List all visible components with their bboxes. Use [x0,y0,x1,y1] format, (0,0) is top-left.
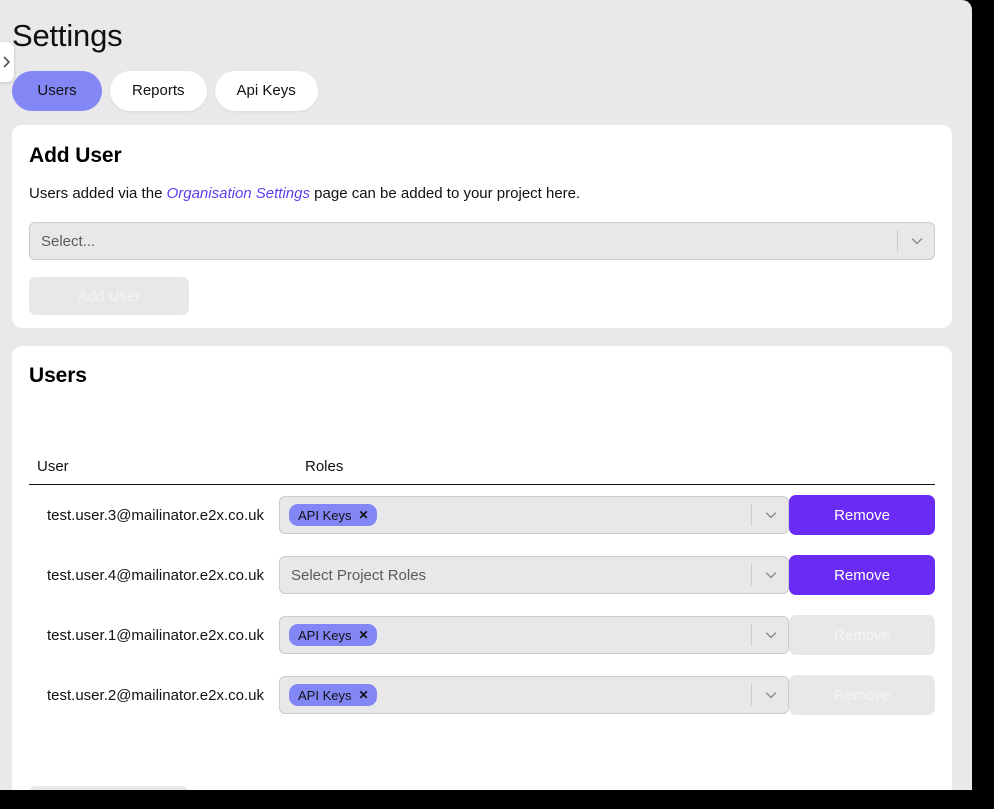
add-user-card: Add User Users added via the Organisatio… [12,125,952,328]
add-user-submit-button[interactable]: Add User [29,277,189,315]
roles-select[interactable]: API Keys ✕ [279,676,789,714]
user-email: test.user.1@mailinator.e2x.co.uk [47,626,265,644]
remove-user-button[interactable]: Remove [789,555,935,595]
roles-select-value: API Keys ✕ [280,504,749,526]
select-separator [751,624,752,646]
close-icon[interactable]: ✕ [358,629,368,641]
user-email: test.user.4@mailinator.e2x.co.uk [47,566,265,584]
user-email: test.user.3@mailinator.e2x.co.uk [47,506,265,524]
roles-select[interactable]: Select Project Roles [279,556,789,594]
add-user-description: Users added via the Organisation Setting… [29,185,580,202]
page-title: Settings [12,18,123,53]
add-user-description-before: Users added via the [29,185,167,202]
roles-select-placeholder: Select Project Roles [291,566,427,584]
add-user-select-value: Select... [41,232,96,250]
remove-user-button[interactable]: Remove [789,675,935,715]
roles-select-indicators [749,497,788,533]
close-icon[interactable]: ✕ [358,689,368,701]
roles-select-indicators [749,557,788,593]
roles-select[interactable]: API Keys ✕ [279,496,789,534]
roles-select[interactable]: API Keys ✕ [279,616,789,654]
chevron-down-icon[interactable] [754,627,788,643]
organisation-settings-link[interactable]: Organisation Settings [167,185,310,202]
table-row: test.user.4@mailinator.e2x.co.uk Select … [29,545,935,605]
role-tag: API Keys ✕ [289,684,377,706]
roles-select-value: API Keys ✕ [280,684,749,706]
user-email: test.user.2@mailinator.e2x.co.uk [47,686,265,704]
add-user-description-after: page can be added to your project here. [310,185,581,202]
close-icon[interactable]: ✕ [358,509,368,521]
tab-api-keys[interactable]: Api Keys [214,71,318,111]
select-separator [897,230,898,252]
chevron-down-icon[interactable] [754,507,788,523]
role-tag: API Keys ✕ [289,624,377,646]
chevron-down-icon[interactable] [754,687,788,703]
user-action-cell: Remove [789,555,935,595]
tab-reports[interactable]: Reports [110,71,207,111]
roles-select-value: API Keys ✕ [280,624,749,646]
users-table: User Roles test.user.3@mailinator.e2x.co… [29,444,935,725]
role-tag-label: API Keys [298,627,352,643]
chevron-down-icon[interactable] [754,567,788,583]
role-tag-label: API Keys [298,687,352,703]
chevron-right-icon [3,56,11,68]
add-user-select-indicators [895,223,934,259]
role-tag: API Keys ✕ [289,504,377,526]
roles-select-indicators [749,677,788,713]
remove-user-button[interactable]: Remove [789,495,935,535]
role-tag-label: API Keys [298,507,352,523]
users-card: Users User Roles test.user.3@mailinator.… [12,346,952,790]
user-roles-cell: API Keys ✕ [279,496,789,534]
user-roles-cell: API Keys ✕ [279,616,789,654]
users-table-header: User Roles [29,444,935,485]
users-title: Users [29,364,87,387]
user-action-cell: Remove [789,675,935,715]
settings-tab-bar: Users Reports Api Keys [12,71,318,111]
user-action-cell: Remove [789,495,935,535]
column-header-roles: Roles [305,458,344,475]
select-separator [751,564,752,586]
table-row: test.user.3@mailinator.e2x.co.uk API Key… [29,485,935,545]
add-user-select[interactable]: Select... [29,222,935,260]
table-row: test.user.2@mailinator.e2x.co.uk API Key… [29,665,935,725]
tab-users[interactable]: Users [12,71,102,111]
user-action-cell: Remove [789,615,935,655]
column-header-user: User [37,458,69,475]
remove-user-button[interactable]: Remove [789,615,935,655]
app-viewport: Settings Users Reports Api Keys Add User… [0,0,972,790]
user-roles-cell: Select Project Roles [279,556,789,594]
add-user-title: Add User [29,144,122,167]
table-row: test.user.1@mailinator.e2x.co.uk API Key… [29,605,935,665]
sidebar-expand-handle[interactable] [0,42,14,82]
chevron-down-icon[interactable] [900,233,934,249]
roles-select-indicators [749,617,788,653]
select-separator [751,684,752,706]
select-separator [751,504,752,526]
user-roles-cell: API Keys ✕ [279,676,789,714]
users-card-bottom-button[interactable] [29,786,189,790]
